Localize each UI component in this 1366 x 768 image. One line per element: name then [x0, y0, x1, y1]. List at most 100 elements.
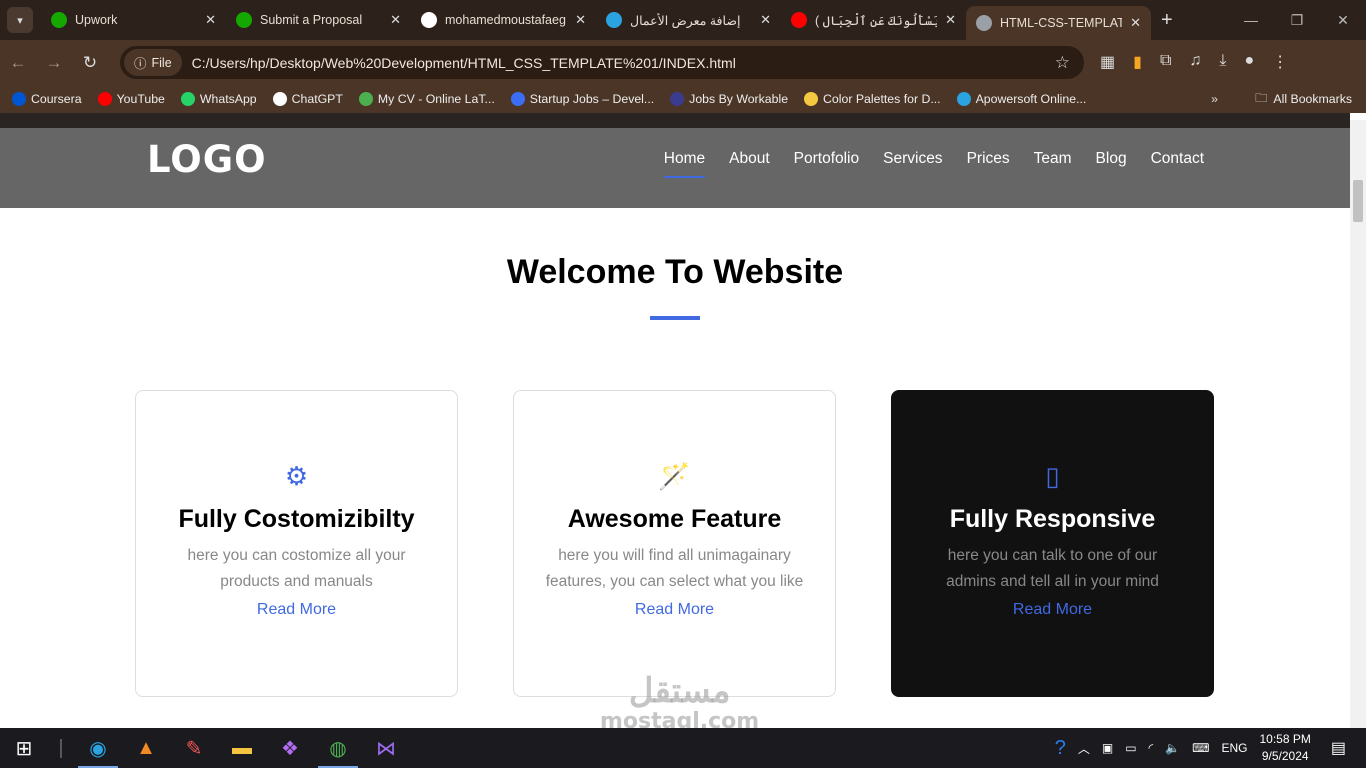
download-icon[interactable]: ⤓: [1219, 52, 1226, 72]
hero-image-strip: [0, 113, 1350, 128]
browser-tab[interactable]: Upwork ✕: [41, 0, 226, 40]
bookmark-item[interactable]: Startup Jobs – Devel...: [510, 92, 654, 106]
bookmark-item[interactable]: Color Palettes for D...: [804, 92, 941, 106]
site-info-button[interactable]: ⓘ File: [124, 49, 182, 76]
nav-link-about[interactable]: About: [729, 150, 770, 176]
browser-tab[interactable]: ( وَيَسْأَلُونَكَ عَنِ ٱلْجِبَالِ ✕: [781, 0, 966, 40]
more-bookmarks-chevron-icon[interactable]: »: [1211, 92, 1218, 106]
bookmark-item[interactable]: WhatsApp: [180, 92, 257, 106]
nav-link-portofolio[interactable]: Portofolio: [794, 150, 859, 176]
read-more-link[interactable]: Read More: [257, 601, 336, 619]
chrome-app-icon[interactable]: ◍: [314, 728, 362, 768]
address-bar[interactable]: ⓘ File C:/Users/hp/Desktop/Web%20Developm…: [120, 46, 1084, 79]
vlc-app-icon[interactable]: ▲: [122, 728, 170, 768]
restore-button[interactable]: ❐: [1274, 0, 1320, 40]
feature-card: ▯ Fully Responsive here you can talk to …: [891, 390, 1214, 697]
site-header: LOGO Home About Portofolio Services Prices Te…: [0, 128, 1350, 208]
nav-link-blog[interactable]: Blog: [1096, 150, 1127, 176]
bookmark-item[interactable]: Coursera: [12, 92, 82, 106]
read-more-link[interactable]: Read More: [1013, 601, 1092, 619]
card-text: here you will find all unimagainary feat…: [545, 547, 804, 590]
folder-icon: 🗀: [1255, 90, 1268, 105]
battery-icon[interactable]: ▭: [1125, 741, 1136, 755]
close-tab-icon[interactable]: ✕: [205, 12, 216, 28]
new-tab-button[interactable]: +: [1161, 9, 1173, 32]
mostaql-watermark: مستقل mostaql.com: [600, 672, 760, 734]
bookmark-favicon-icon: [358, 92, 373, 106]
minimize-button[interactable]: —: [1228, 0, 1274, 40]
browser-tab[interactable]: HTML-CSS-TEMPLATE ✕: [966, 6, 1151, 40]
card-title: Fully Responsive: [949, 505, 1156, 533]
profile-avatar[interactable]: ●: [1244, 52, 1254, 72]
help-icon[interactable]: ?: [1055, 737, 1066, 760]
site-logo[interactable]: LOGO: [147, 138, 267, 181]
show-hidden-icons-chevron[interactable]: ︿: [1078, 740, 1090, 757]
clock[interactable]: 10:58 PM 9/5/2024: [1260, 731, 1311, 765]
tab-title: HTML-CSS-TEMPLATE: [1000, 16, 1123, 30]
touch-keyboard-icon[interactable]: ⌨: [1192, 741, 1209, 755]
copilot-app-icon[interactable]: ❖: [266, 728, 314, 768]
close-tab-icon[interactable]: ✕: [1130, 15, 1141, 31]
bookmark-favicon-icon: [956, 92, 971, 106]
bookmark-favicon-icon: [670, 92, 685, 106]
read-more-link[interactable]: Read More: [635, 601, 714, 619]
extensions-puzzle-icon[interactable]: ⧉: [1160, 52, 1171, 72]
forward-button[interactable]: →: [36, 53, 72, 73]
bookmark-favicon-icon: [97, 92, 112, 106]
tab-title: Upwork: [75, 13, 118, 27]
bookmark-favicon-icon: [804, 92, 819, 106]
all-bookmarks-button[interactable]: 🗀 All Bookmarks: [1255, 89, 1352, 110]
nav-link-home[interactable]: Home: [663, 150, 706, 178]
tab-search-button[interactable]: ▾: [7, 7, 33, 33]
close-tab-icon[interactable]: ✕: [390, 12, 401, 28]
bookmark-item[interactable]: YouTube: [97, 92, 165, 106]
scrollbar-thumb[interactable]: [1353, 180, 1363, 222]
edge-app-icon[interactable]: ◉: [74, 728, 122, 768]
camera-icon[interactable]: ▣: [1102, 741, 1113, 755]
language-indicator[interactable]: ENG: [1221, 741, 1247, 755]
card-title: Fully Costomizibilty: [178, 505, 415, 533]
nav-link-prices[interactable]: Prices: [967, 150, 1010, 176]
volume-icon[interactable]: 🔈: [1165, 741, 1180, 755]
browser-tab[interactable]: إضافة معرض الأعمال ✕: [596, 0, 781, 40]
bookmark-item[interactable]: Jobs By Workable: [670, 92, 788, 106]
taskbar-divider: |: [58, 736, 64, 759]
qr-extension-icon[interactable]: ▦: [1100, 52, 1115, 72]
paint-app-icon[interactable]: ✎: [170, 728, 218, 768]
menu-kebab-icon[interactable]: ⋮: [1272, 52, 1288, 72]
bookmark-item[interactable]: Apowersoft Online...: [956, 92, 1086, 106]
bookmark-item[interactable]: ChatGPT: [272, 92, 343, 106]
gears-icon: ⚙: [284, 461, 309, 491]
visual-studio-icon[interactable]: ⋈: [362, 728, 410, 768]
browser-tab[interactable]: Submit a Proposal ✕: [226, 0, 411, 40]
close-window-button[interactable]: ✕: [1320, 0, 1366, 40]
browser-tab[interactable]: mohamedmoustafaeg ✕: [411, 0, 596, 40]
github-icon: [421, 12, 437, 28]
tab-title: mohamedmoustafaeg: [445, 13, 566, 27]
close-tab-icon[interactable]: ✕: [575, 12, 586, 28]
nav-link-services[interactable]: Services: [883, 150, 942, 176]
nav-link-contact[interactable]: Contact: [1151, 150, 1204, 176]
back-button[interactable]: ←: [0, 53, 36, 73]
reload-button[interactable]: ↻: [72, 53, 108, 73]
color-extension-icon[interactable]: ▮: [1133, 52, 1142, 72]
bookmarks-bar: Coursera YouTube WhatsApp ChatGPT My CV - On…: [0, 85, 1366, 113]
close-tab-icon[interactable]: ✕: [760, 12, 771, 28]
page-scrollbar[interactable]: [1350, 120, 1366, 728]
close-tab-icon[interactable]: ✕: [945, 12, 956, 28]
bookmark-star-icon[interactable]: ☆: [1055, 53, 1070, 73]
media-control-icon[interactable]: ♫: [1189, 52, 1201, 72]
card-text: here you can talk to one of our admins a…: [946, 547, 1159, 590]
notifications-icon[interactable]: ▤: [1331, 738, 1346, 758]
tab-title: إضافة معرض الأعمال: [630, 13, 741, 28]
windows-taskbar: ⊞ | ◉ ▲ ✎ ▬ ❖ ◍ ⋈ ? ︿ ▣ ▭ ◜ 🔈 ⌨ ENG 10:5…: [0, 728, 1366, 768]
feature-card: ⚙ Fully Costomizibilty here you can cost…: [135, 390, 458, 697]
bookmark-item[interactable]: My CV - Online LaT...: [358, 92, 495, 106]
wifi-icon[interactable]: ◜: [1149, 741, 1154, 755]
mobile-phone-icon: ▯: [1045, 461, 1060, 491]
main-nav: Home About Portofolio Services Prices Team Blo…: [663, 150, 1204, 178]
file-explorer-icon[interactable]: ▬: [218, 728, 266, 768]
nav-link-team[interactable]: Team: [1034, 150, 1072, 176]
start-button[interactable]: ⊞: [0, 728, 48, 768]
url-text[interactable]: C:/Users/hp/Desktop/Web%20Development/HT…: [192, 55, 736, 71]
